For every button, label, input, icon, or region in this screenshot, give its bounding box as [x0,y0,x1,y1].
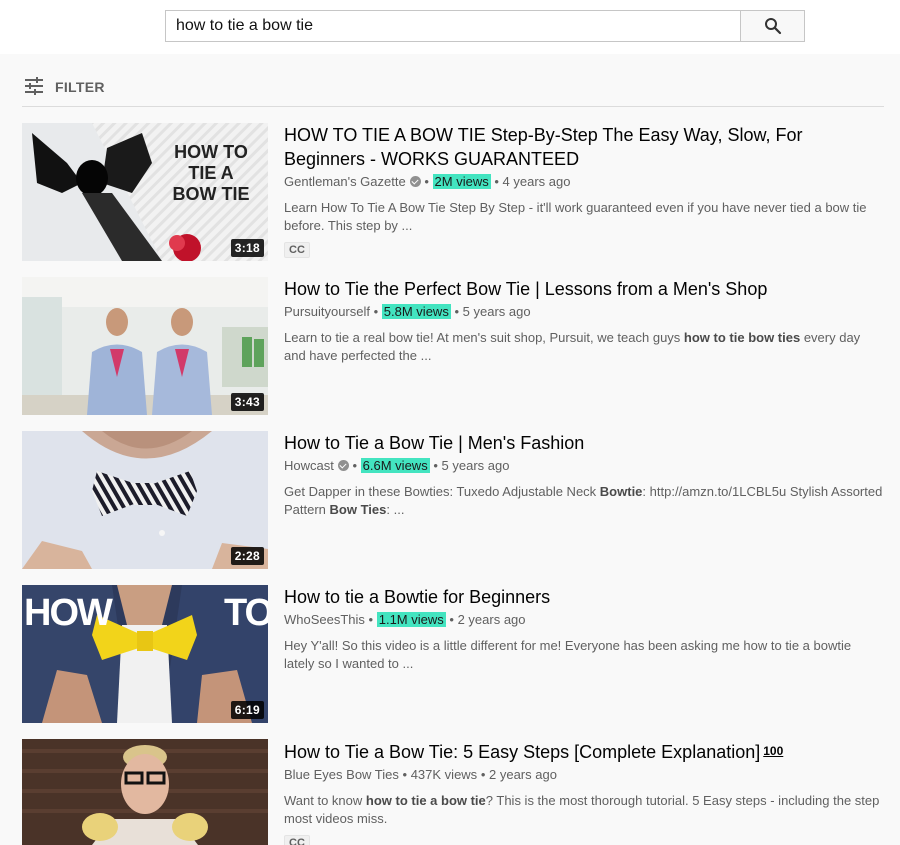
video-duration: 3:43 [230,393,264,411]
channel-name[interactable]: Gentleman's Gazette [284,174,406,189]
cc-badge: CC [284,835,310,845]
video-result[interactable]: 2:28 How to Tie a Bow Tie | Men's Fashio… [22,431,884,569]
search-icon [764,18,781,35]
channel-name[interactable]: WhoSeesThis [284,612,365,627]
meta-separator: • [402,767,408,782]
thumb-text: BOW TIE [173,184,250,204]
video-title[interactable]: HOW TO TIE A BOW TIE Step-By-Step The Ea… [284,123,884,171]
meta-separator: • [454,304,460,319]
video-title[interactable]: How to Tie a Bow Tie: 5 Easy Steps [Comp… [284,739,884,764]
video-title[interactable]: How to Tie the Perfect Bow Tie | Lessons… [284,277,884,301]
video-thumbnail[interactable]: HOW TO 6:19 [22,585,268,723]
filter-sliders-icon [25,77,43,95]
video-title[interactable]: How to Tie a Bow Tie | Men's Fashion [284,431,884,455]
channel-name[interactable]: Blue Eyes Bow Ties [284,767,399,782]
top-bar [0,0,900,54]
video-duration: 3:18 [230,239,264,257]
video-result[interactable]: HOW TO TIE A BOW TIE 3:18 HOW TO TIE A B… [22,123,884,261]
upload-age: 2 years ago [457,612,526,627]
upload-age: 5 years ago [462,304,531,319]
upload-age: 5 years ago [441,458,510,473]
video-meta: WhoSeesThis • 1.1M views • 2 years ago [284,611,884,629]
video-result[interactable]: How to Tie a Bow Tie: 5 Easy Steps [Comp… [22,739,884,845]
meta-separator: • [373,304,379,319]
video-description: Learn How To Tie A Bow Tie Step By Step … [284,200,867,233]
upload-age: 4 years ago [502,174,571,189]
verified-badge-icon [337,460,349,471]
search-input[interactable] [165,10,741,42]
video-description: Get Dapper in these Bowties: Tuxedo Adju… [284,484,883,517]
video-result[interactable]: HOW TO 6:19 How to tie a Bowtie for Begi… [22,585,884,723]
search-button[interactable] [740,10,805,42]
verified-badge-icon [409,176,421,187]
video-thumbnail[interactable] [22,739,268,845]
meta-separator: • [480,767,486,782]
video-description: Hey Y'all! So this video is a little dif… [284,638,852,671]
meta-separator: • [352,458,358,473]
video-duration: 6:19 [230,701,264,719]
filter-bar[interactable]: FILTER [22,76,884,107]
thumb-text: HOW TO [174,142,248,162]
video-meta: Howcast • 6.6M views • 5 years ago [284,457,884,475]
video-thumbnail[interactable]: HOW TO TIE A BOW TIE 3:18 [22,123,268,261]
video-meta: Blue Eyes Bow Ties • 437K views • 2 year… [284,766,884,784]
quality-badge: 100 [763,744,784,758]
video-meta: Pursuityourself • 5.8M views • 5 years a… [284,303,884,321]
video-thumbnail[interactable]: 2:28 [22,431,268,569]
thumb-text: TIE A [188,163,233,183]
filter-label: FILTER [55,79,105,95]
video-meta: Gentleman's Gazette • 2M views • 4 years… [284,173,884,191]
video-thumbnail[interactable]: 3:43 [22,277,268,415]
view-count: 2M views [432,174,491,189]
view-count: 5.8M views [381,304,451,319]
view-count: 6.6M views [360,458,430,473]
meta-separator: • [449,612,454,627]
meta-separator: • [494,174,499,189]
video-result[interactable]: 3:43 How to Tie the Perfect Bow Tie | Le… [22,277,884,415]
video-description: Want to know how to tie a bow tie? This … [284,793,880,826]
thumb-text: TO [224,592,268,634]
video-title[interactable]: How to tie a Bowtie for Beginners [284,585,884,609]
meta-separator: • [368,612,374,627]
channel-name[interactable]: Howcast [284,458,334,473]
view-count: 1.1M views [376,612,446,627]
upload-age: 2 years ago [489,767,557,782]
meta-separator: • [424,174,429,189]
meta-separator: • [433,458,438,473]
channel-name[interactable]: Pursuityourself [284,304,370,319]
thumbnail-image [22,739,268,845]
video-description: Learn to tie a real bow tie! At men's su… [284,330,861,363]
thumb-text: HOW [24,592,113,634]
video-duration: 2:28 [230,547,264,565]
view-count: 437K views [410,767,478,782]
cc-badge: CC [284,242,310,258]
